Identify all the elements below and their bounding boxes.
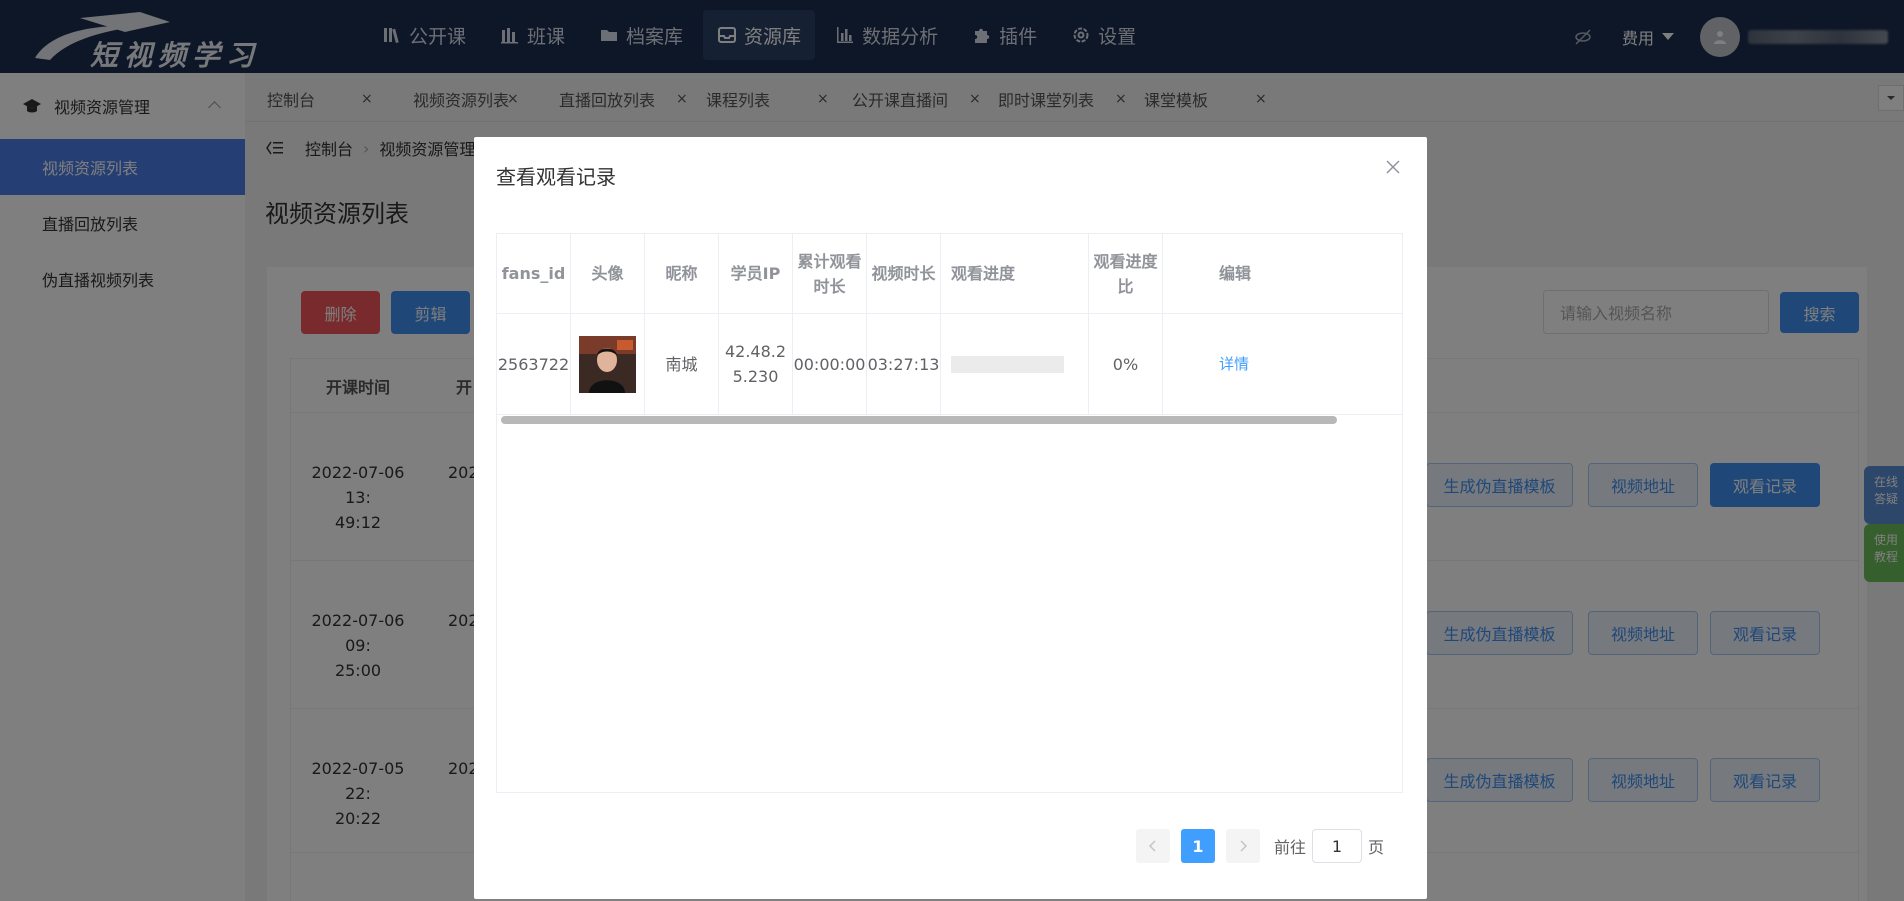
next-page-button[interactable] (1226, 829, 1260, 863)
column-header-progress: 观看进度 (941, 234, 1089, 314)
student-avatar-image[interactable] (579, 335, 636, 393)
edit-header-label: 编辑 (1219, 264, 1252, 283)
horizontal-scrollbar[interactable] (501, 416, 1337, 424)
column-header-avatar: 头像 (571, 234, 645, 314)
table-cell-duration: 03:27:13 (867, 314, 941, 415)
header-line: 累计观看 (797, 251, 862, 271)
page-jumper: 前往 1 页 (1274, 829, 1384, 863)
prev-page-button[interactable] (1136, 829, 1170, 863)
header-line: 观看进度 (1093, 251, 1158, 271)
watch-record-table: fans_id 头像 昵称 学员IP 累计观看时长 视频时长 观看进度 观看进度… (496, 233, 1403, 793)
details-link[interactable]: 详情 (1219, 352, 1249, 377)
table-cell-cumulative: 00:00:00 (793, 314, 867, 415)
table-cell-ip: 42.48.2 5.230 (719, 314, 793, 415)
column-header-nickname: 昵称 (645, 234, 719, 314)
watch-record-dialog: 查看观看记录 fans_id 头像 昵称 学员IP 累计观看时长 视频时长 观看… (474, 137, 1427, 899)
page-label: 页 (1368, 838, 1385, 857)
table-cell-ratio: 0% (1089, 314, 1163, 415)
dialog-title: 查看观看记录 (496, 165, 616, 189)
chevron-right-icon (1240, 840, 1248, 852)
page-number-current[interactable]: 1 (1181, 829, 1215, 863)
table-cell-avatar (571, 314, 645, 415)
column-header-ratio: 观看进度比 (1089, 234, 1163, 314)
progress-bar (951, 355, 1064, 373)
table-cell-progress (941, 314, 1089, 415)
table-cell-fans-id: 2563722 (497, 314, 571, 415)
page-jump-input[interactable]: 1 (1312, 829, 1363, 863)
header-line: 比 (1117, 276, 1134, 296)
column-header-fans-id: fans_id (497, 234, 571, 314)
ip-line: 42.48.2 (724, 342, 787, 361)
goto-label: 前往 (1274, 838, 1307, 857)
column-header-duration: 视频时长 (867, 234, 941, 314)
column-header-cumulative: 累计观看 时长 (793, 234, 867, 314)
column-header-edit: 编辑 (1163, 234, 1402, 314)
chevron-left-icon (1148, 840, 1156, 852)
header-line: 时长 (813, 276, 846, 296)
table-cell-edit: 详情 (1163, 314, 1402, 415)
close-icon[interactable] (1385, 159, 1401, 175)
column-header-ip: 学员IP (719, 234, 793, 314)
ip-line: 5.230 (732, 367, 779, 386)
table-cell-nickname: 南城 (645, 314, 719, 415)
